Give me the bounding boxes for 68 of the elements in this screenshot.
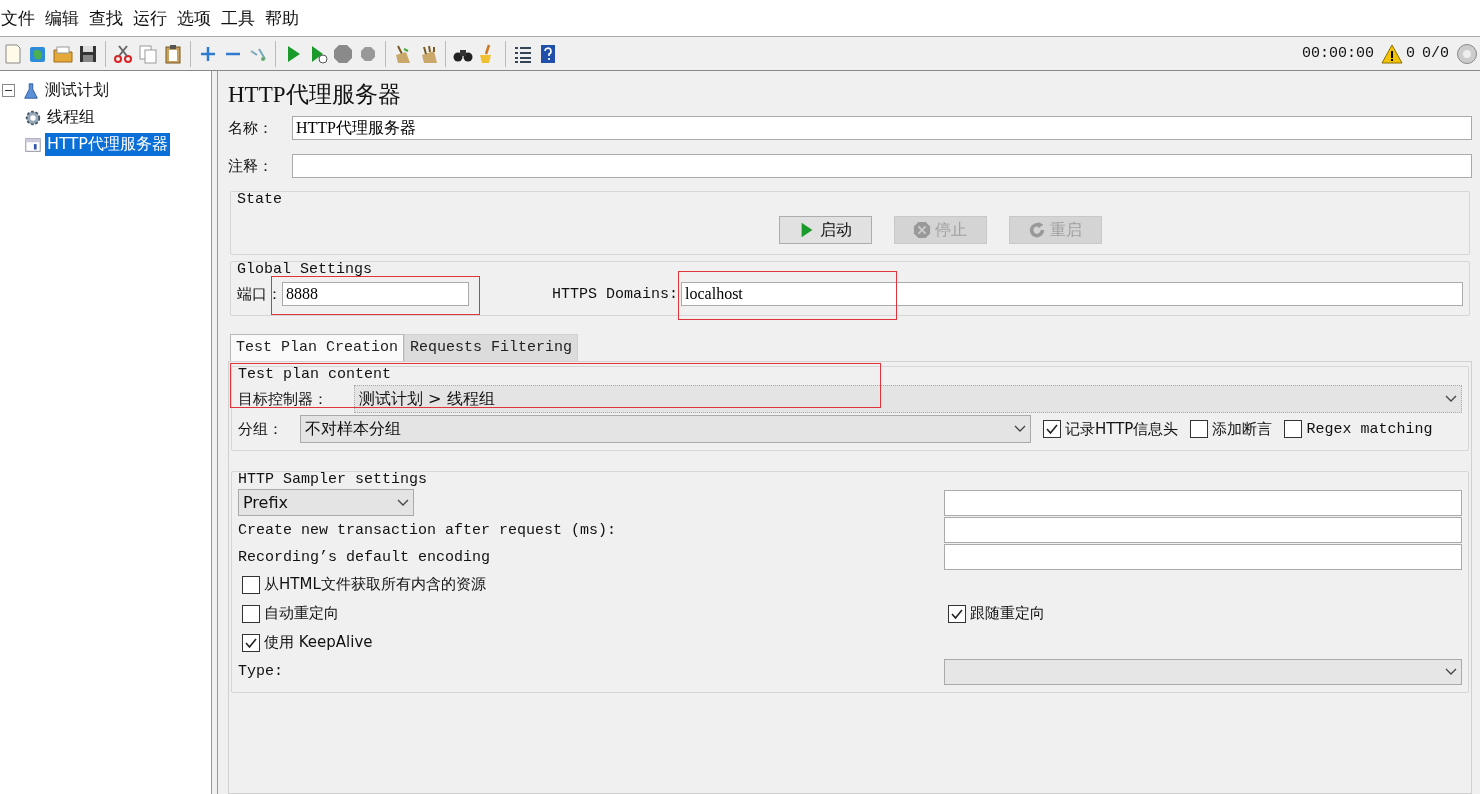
- field-label: Recording’s default encoding: [238, 548, 492, 566]
- checkbox[interactable]: [948, 604, 966, 623]
- tree-item[interactable]: 测试计划: [43, 79, 111, 102]
- restart-icon: [1028, 221, 1046, 239]
- name-field[interactable]: HTTP代理服务器: [292, 116, 1472, 140]
- field-label: HTTPS Domains:: [552, 285, 679, 303]
- thread-count: 0/0: [1422, 45, 1449, 62]
- field-label: 目标控制器：: [238, 389, 329, 409]
- caret-icon: [1445, 667, 1457, 676]
- clipboard-icon[interactable]: [162, 42, 184, 65]
- https-domains-field[interactable]: localhost: [681, 282, 1463, 306]
- window-icon: [24, 135, 42, 154]
- menu-item[interactable]: 文件: [0, 6, 36, 30]
- panel-title: HTTP代理服务器: [228, 81, 402, 109]
- collapse-toggle[interactable]: [2, 84, 15, 97]
- stop-icon[interactable]: [332, 42, 354, 65]
- stop-icon: [913, 221, 931, 239]
- start-button[interactable]: 启动: [778, 216, 872, 244]
- checkbox-label[interactable]: 记录HTTP信息头: [1065, 419, 1179, 439]
- warning-icon: [1380, 42, 1403, 65]
- field-label: 注释：: [228, 156, 274, 176]
- encoding-field[interactable]: [944, 544, 1462, 570]
- checkbox-label[interactable]: 使用 KeepAlive: [264, 633, 373, 652]
- field-label: 分组：: [238, 419, 284, 439]
- menu-item[interactable]: 运行: [132, 6, 168, 30]
- menu-item[interactable]: 编辑: [44, 6, 80, 30]
- section-title: State: [237, 191, 283, 209]
- checkbox[interactable]: [1043, 420, 1061, 438]
- tree-item[interactable]: 线程组: [45, 106, 97, 129]
- caret-icon: [1014, 425, 1026, 433]
- grouping-dropdown[interactable]: 不对样本分组: [300, 415, 1031, 443]
- check-icon: [1045, 422, 1059, 436]
- tab[interactable]: Test Plan Creation: [230, 334, 405, 361]
- checkbox-label[interactable]: 跟随重定向: [970, 604, 1045, 623]
- field-label: Create new transaction after request (ms):: [238, 521, 618, 539]
- checkbox[interactable]: [1190, 420, 1209, 438]
- tree-item[interactable]: HTTP代理服务器: [45, 133, 170, 156]
- target-controller-dropdown[interactable]: 测试计划 > 线程组: [354, 385, 1462, 413]
- port-field[interactable]: 8888: [282, 282, 469, 306]
- elapsed-time: 00:00:00: [1301, 45, 1374, 62]
- menu-item[interactable]: 工具: [220, 6, 256, 30]
- section-title: Global Settings: [237, 261, 374, 279]
- field-label: 端口：: [237, 285, 282, 304]
- field-label: 名称：: [228, 118, 274, 138]
- prefix-field[interactable]: [944, 489, 1462, 516]
- checkbox[interactable]: [1284, 420, 1303, 438]
- gear-icon: [24, 108, 42, 127]
- menu-item[interactable]: 帮助: [264, 6, 300, 30]
- section-title: Test plan content: [238, 366, 393, 384]
- transaction-delay-field[interactable]: [944, 517, 1462, 543]
- checkbox[interactable]: [242, 575, 260, 594]
- tab[interactable]: Requests Filtering: [404, 334, 579, 361]
- section-title: HTTP Sampler settings: [238, 471, 429, 489]
- comment-field[interactable]: [292, 154, 1472, 178]
- checkbox-label[interactable]: Regex matching: [1306, 420, 1433, 438]
- checkbox[interactable]: [242, 604, 260, 623]
- prefix-dropdown[interactable]: Prefix: [238, 489, 414, 516]
- menu-item[interactable]: 查找: [88, 6, 124, 30]
- checkbox[interactable]: [242, 633, 260, 652]
- warning-count: 0: [1405, 45, 1415, 62]
- caret-icon: [1445, 395, 1457, 403]
- field-label: Type:: [238, 663, 284, 680]
- caret-icon: [397, 498, 409, 507]
- checkbox-label[interactable]: 添加断言: [1212, 419, 1273, 439]
- checkbox-label[interactable]: 自动重定向: [264, 604, 339, 623]
- flask-icon: [22, 81, 40, 100]
- menu-item[interactable]: 选项: [176, 6, 212, 30]
- checkbox-label[interactable]: 从HTML文件获取所有内含的资源: [264, 575, 486, 594]
